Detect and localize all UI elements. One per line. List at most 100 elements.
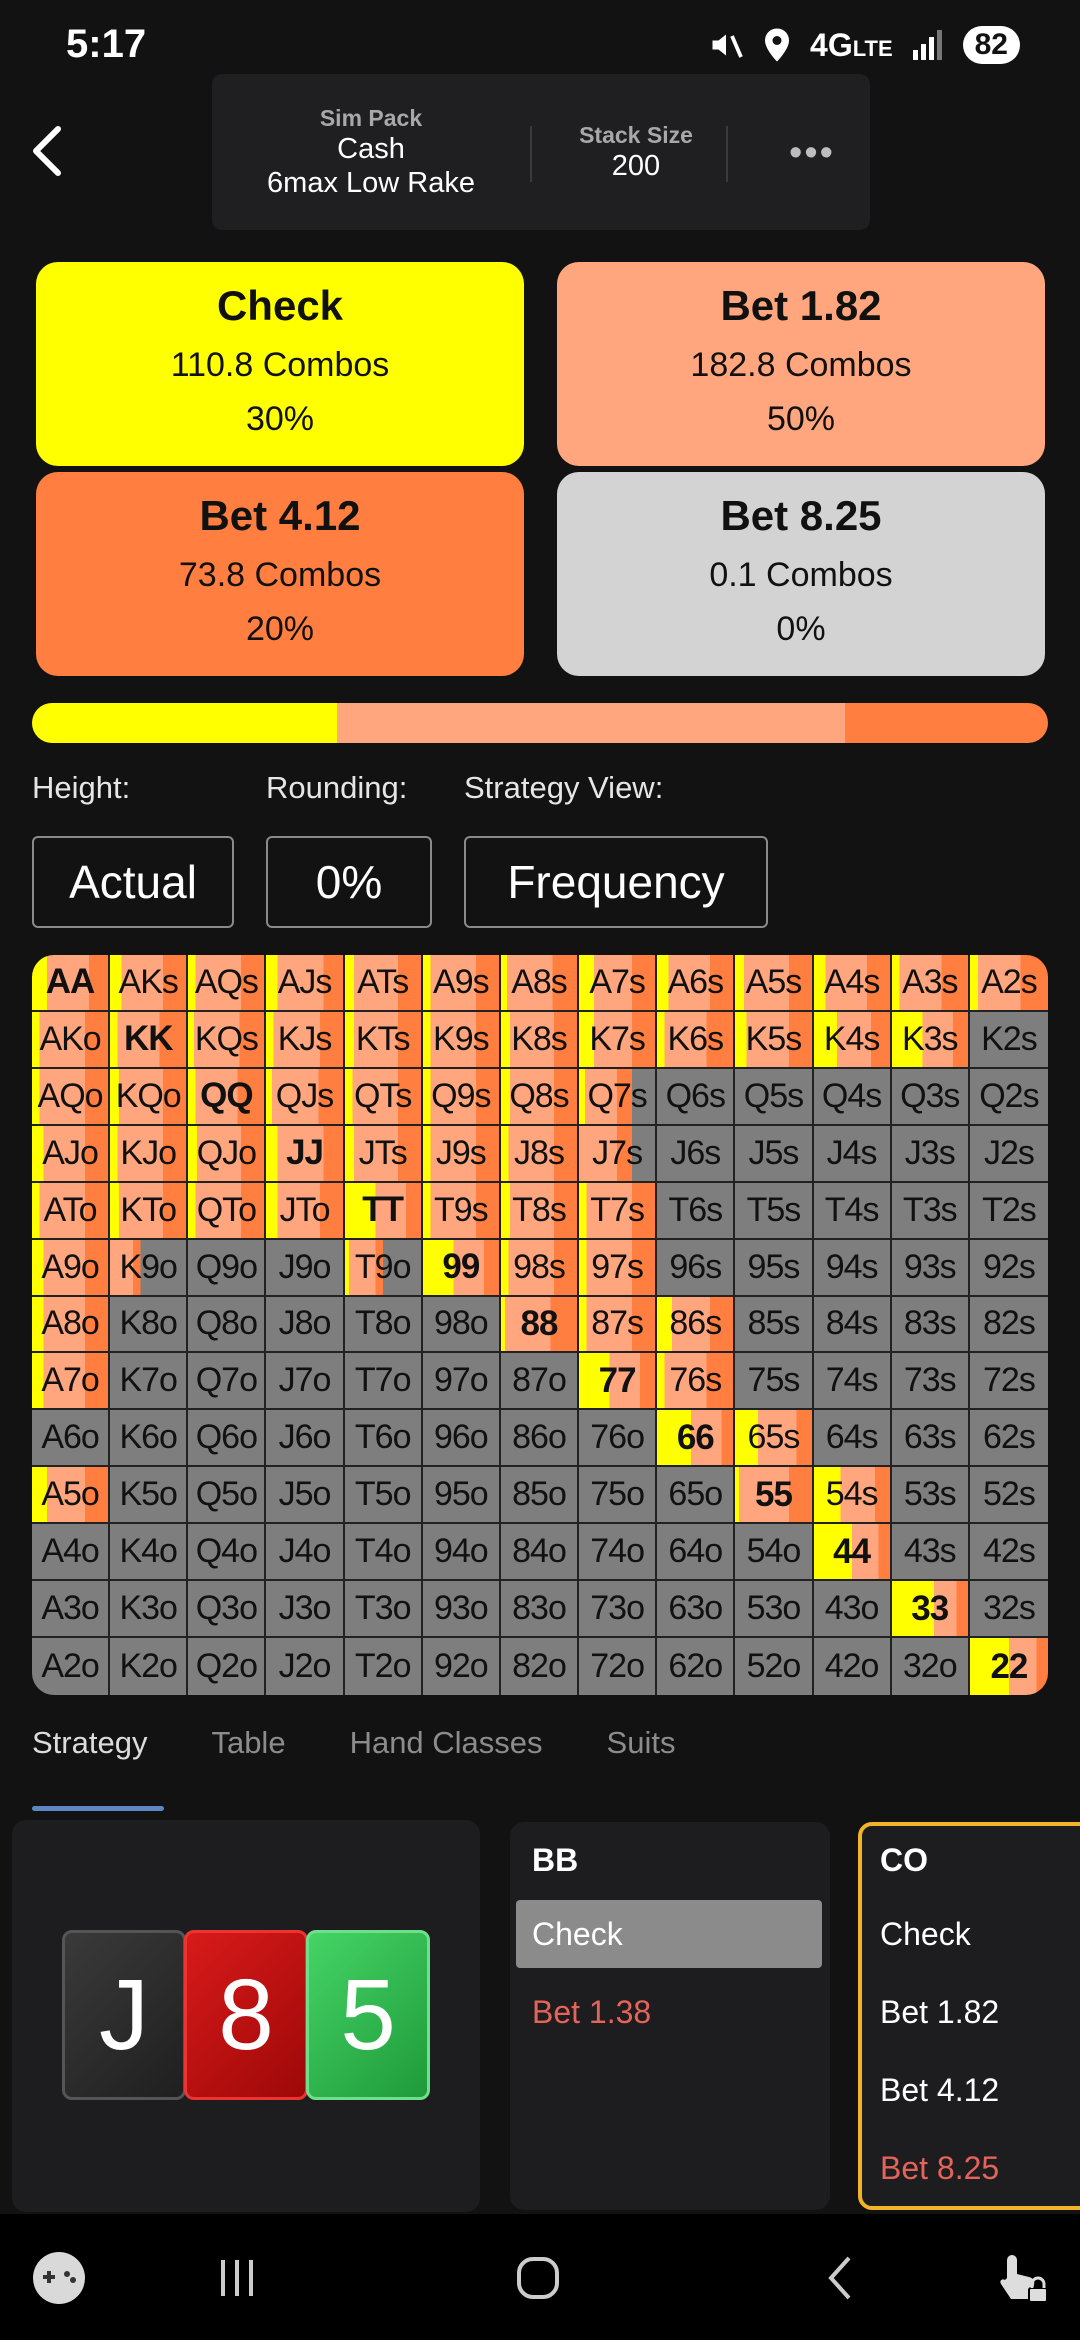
position-action-bet-medium[interactable]: Bet 4.12 xyxy=(864,2056,1080,2124)
hand-cell[interactable]: J3o xyxy=(266,1581,345,1639)
hand-cell[interactable]: 94s xyxy=(813,1239,892,1297)
hand-cell[interactable]: 76s xyxy=(657,1353,736,1411)
hand-cell[interactable]: T5o xyxy=(344,1467,423,1525)
hand-cell[interactable]: AA xyxy=(32,955,111,1012)
hand-cell[interactable]: 84o xyxy=(500,1524,580,1582)
hand-cell[interactable]: 77 xyxy=(579,1353,658,1411)
hand-cell[interactable]: 22 xyxy=(969,1638,1048,1695)
hand-cell[interactable]: 42s xyxy=(969,1524,1048,1582)
hand-cell[interactable]: Q9o xyxy=(188,1239,267,1297)
hand-cell[interactable]: 93o xyxy=(422,1581,501,1639)
hand-cell[interactable]: K8s xyxy=(500,1011,580,1069)
hand-cell[interactable]: KTo xyxy=(110,1182,189,1240)
hand-cell[interactable]: ATo xyxy=(32,1182,111,1240)
hand-cell[interactable]: 82s xyxy=(969,1296,1048,1354)
hand-cell[interactable]: A2o xyxy=(32,1638,111,1695)
hand-cell[interactable]: 52s xyxy=(969,1467,1048,1525)
hand-cell[interactable]: T3o xyxy=(344,1581,423,1639)
hand-cell[interactable]: Q6o xyxy=(188,1410,267,1468)
hand-cell[interactable]: 96s xyxy=(657,1239,736,1297)
hand-cell[interactable]: K5o xyxy=(110,1467,189,1525)
action-card-bet-medium[interactable]: Bet 4.12 73.8 Combos 20% xyxy=(36,472,524,676)
recent-apps-button[interactable] xyxy=(202,2248,272,2308)
hand-cell[interactable]: 32s xyxy=(969,1581,1048,1639)
hand-cell[interactable]: K8o xyxy=(110,1296,189,1354)
hand-cell[interactable]: 98s xyxy=(500,1239,580,1297)
position-action-bet[interactable]: Bet 1.38 xyxy=(516,1978,822,2046)
hand-cell[interactable]: 99 xyxy=(422,1239,501,1297)
hand-cell[interactable]: 74o xyxy=(579,1524,658,1582)
hand-cell[interactable]: T5s xyxy=(735,1182,814,1240)
hand-cell[interactable]: Q6s xyxy=(657,1068,736,1126)
hand-cell[interactable]: T8o xyxy=(344,1296,423,1354)
hand-cell[interactable]: 73o xyxy=(579,1581,658,1639)
rounding-select[interactable]: 0% xyxy=(266,836,432,928)
hand-range-grid[interactable]: AA AKs AQs AJs ATs A9s A8s A7s A6s A5s A4s A3s A2s AK… xyxy=(32,955,1048,1695)
hand-cell[interactable]: QJs xyxy=(266,1068,345,1126)
hand-cell[interactable]: 95s xyxy=(735,1239,814,1297)
hand-cell[interactable]: 54o xyxy=(735,1524,814,1582)
hand-cell[interactable]: T6o xyxy=(344,1410,423,1468)
action-card-check[interactable]: Check 110.8 Combos 30% xyxy=(36,262,524,466)
back-button[interactable] xyxy=(18,118,78,184)
hand-cell[interactable]: 62o xyxy=(657,1638,736,1695)
hand-cell[interactable]: 65s xyxy=(735,1410,814,1468)
hand-cell[interactable]: K3o xyxy=(110,1581,189,1639)
hand-cell[interactable]: 87s xyxy=(579,1296,658,1354)
hand-cell[interactable]: 98o xyxy=(422,1296,501,1354)
hand-cell[interactable]: 42o xyxy=(813,1638,892,1695)
hand-cell[interactable]: T7s xyxy=(579,1182,658,1240)
hand-cell[interactable]: Q2s xyxy=(969,1068,1048,1126)
hand-cell[interactable]: 92o xyxy=(422,1638,501,1695)
hand-cell[interactable]: Q5s xyxy=(735,1068,814,1126)
hand-cell[interactable]: 97s xyxy=(579,1239,658,1297)
hand-cell[interactable]: Q7o xyxy=(188,1353,267,1411)
hand-cell[interactable]: A3s xyxy=(891,955,970,1012)
hand-cell[interactable]: 75o xyxy=(579,1467,658,1525)
game-launcher-button[interactable] xyxy=(24,2248,94,2308)
tab-table[interactable]: Table xyxy=(211,1725,285,1761)
hand-cell[interactable]: J3s xyxy=(891,1125,970,1183)
hand-cell[interactable]: K5s xyxy=(735,1011,814,1069)
hand-cell[interactable]: Q8s xyxy=(500,1068,580,1126)
hand-cell[interactable]: Q3s xyxy=(891,1068,970,1126)
hand-cell[interactable]: TT xyxy=(344,1182,423,1240)
hand-cell[interactable]: 63o xyxy=(657,1581,736,1639)
hand-cell[interactable]: 72o xyxy=(579,1638,658,1695)
hand-cell[interactable]: 52o xyxy=(735,1638,814,1695)
hand-cell[interactable]: A4o xyxy=(32,1524,111,1582)
hand-cell[interactable]: 53o xyxy=(735,1581,814,1639)
hand-cell[interactable]: T4o xyxy=(344,1524,423,1582)
hand-cell[interactable]: 54s xyxy=(813,1467,892,1525)
hand-cell[interactable]: A7s xyxy=(579,955,658,1012)
hand-cell[interactable]: 87o xyxy=(500,1353,580,1411)
hand-cell[interactable]: J5s xyxy=(735,1125,814,1183)
hand-cell[interactable]: KQo xyxy=(110,1068,189,1126)
hand-cell[interactable]: K4o xyxy=(110,1524,189,1582)
hand-cell[interactable]: 93s xyxy=(891,1239,970,1297)
hand-cell[interactable]: J9s xyxy=(422,1125,501,1183)
hand-cell[interactable]: J2s xyxy=(969,1125,1048,1183)
hand-cell[interactable]: 86s xyxy=(657,1296,736,1354)
hand-cell[interactable]: AJs xyxy=(266,955,345,1012)
hand-cell[interactable]: AQs xyxy=(188,955,267,1012)
hand-cell[interactable]: KTs xyxy=(344,1011,423,1069)
hand-cell[interactable]: A8o xyxy=(32,1296,111,1354)
hand-cell[interactable]: 33 xyxy=(891,1581,970,1639)
hand-cell[interactable]: 62s xyxy=(969,1410,1048,1468)
hand-cell[interactable]: A2s xyxy=(969,955,1048,1012)
hand-cell[interactable]: J7s xyxy=(579,1125,658,1183)
hand-cell[interactable]: T4s xyxy=(813,1182,892,1240)
hand-cell[interactable]: T9s xyxy=(422,1182,501,1240)
hand-cell[interactable]: 83s xyxy=(891,1296,970,1354)
hand-cell[interactable]: 85o xyxy=(500,1467,580,1525)
board-card[interactable]: 8 xyxy=(184,1930,308,2100)
hand-cell[interactable]: Q3o xyxy=(188,1581,267,1639)
hand-cell[interactable]: K9s xyxy=(422,1011,501,1069)
hand-cell[interactable]: K2s xyxy=(969,1011,1048,1069)
board-card[interactable]: J xyxy=(62,1930,186,2100)
hand-cell[interactable]: KQs xyxy=(188,1011,267,1069)
touch-lock-button[interactable] xyxy=(986,2248,1056,2308)
nav-back-button[interactable] xyxy=(806,2248,876,2308)
hand-cell[interactable]: J4s xyxy=(813,1125,892,1183)
